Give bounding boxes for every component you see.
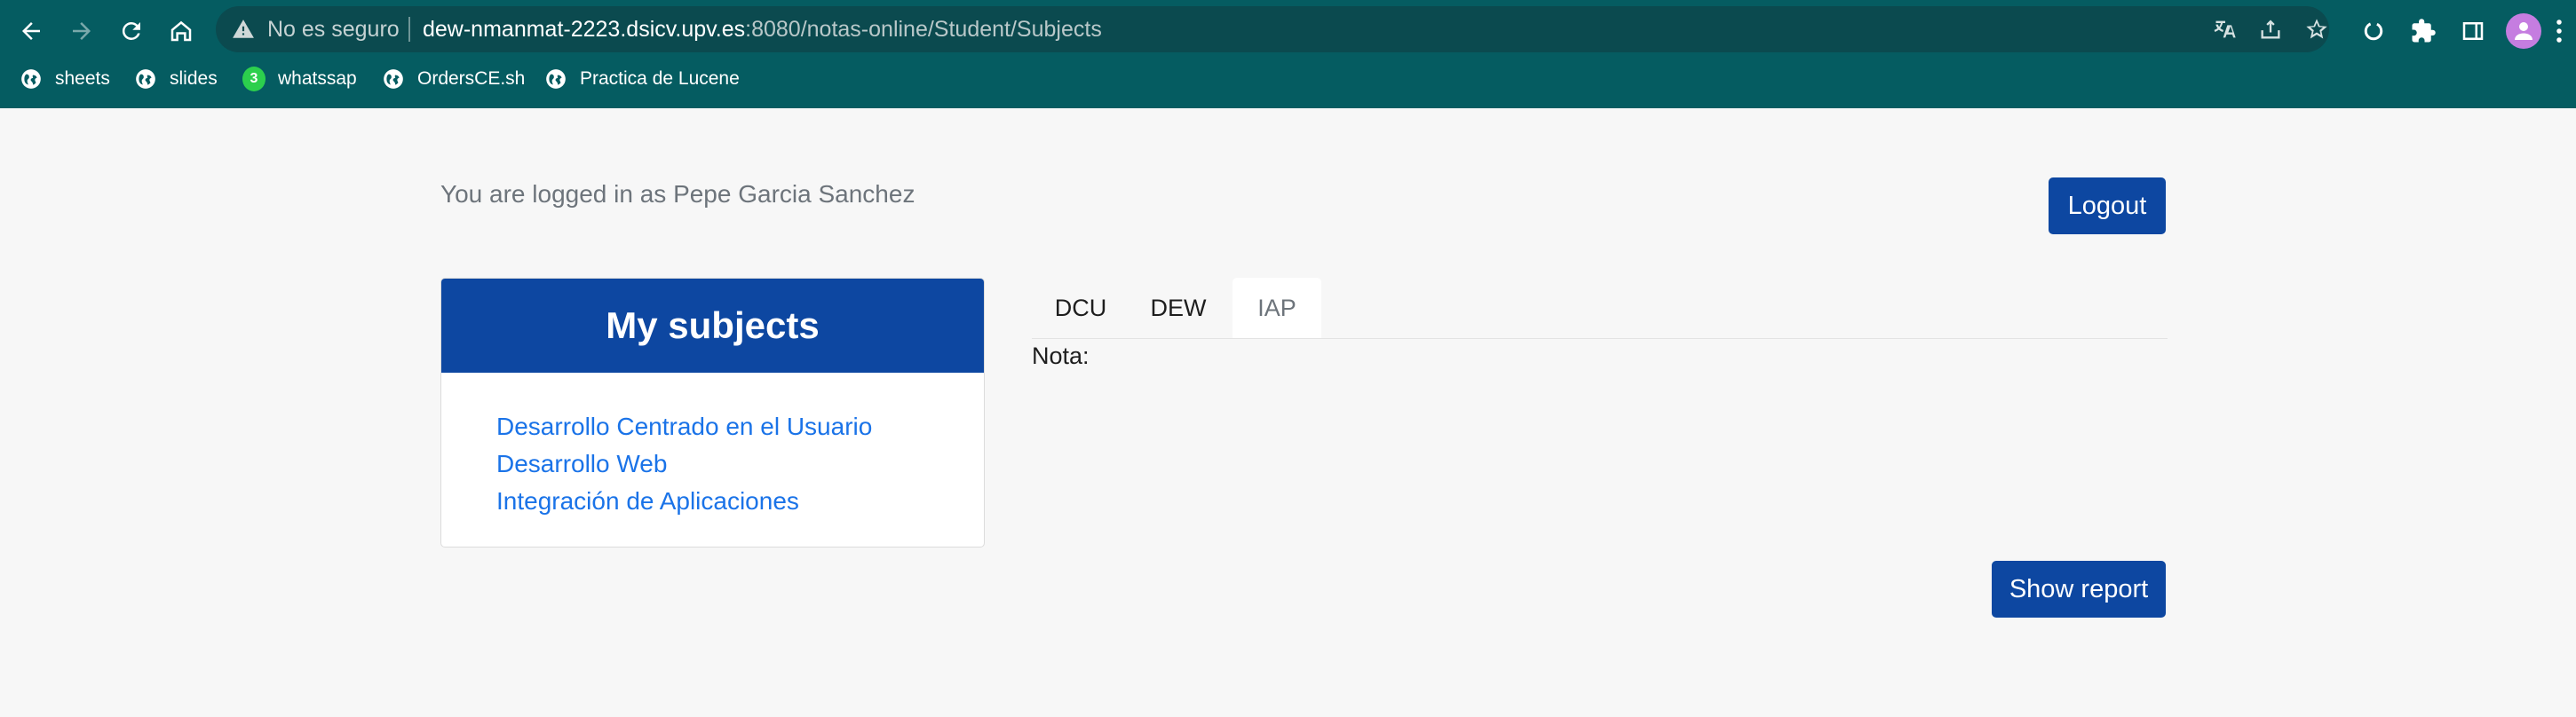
share-icon[interactable]	[2256, 15, 2285, 43]
profile-avatar[interactable]	[2506, 13, 2541, 49]
show-report-button[interactable]: Show report	[1992, 561, 2166, 618]
arrow-right-icon	[73, 22, 91, 40]
bookmark-star-icon[interactable]	[2303, 15, 2331, 43]
tab-iap[interactable]: IAP	[1233, 278, 1321, 338]
bookmark-label: Practica de Lucene	[580, 68, 740, 89]
logged-in-status: You are logged in as Pepe Garcia Sanchez	[440, 180, 915, 208]
warning-icon[interactable]	[232, 18, 255, 41]
subject-list: Desarrollo Centrado en el Usuario Desarr…	[496, 408, 872, 520]
home-button[interactable]	[162, 12, 201, 51]
bookmark-slides[interactable]: slides	[134, 60, 218, 98]
globe-icon	[134, 67, 157, 91]
side-panel-icon[interactable]	[2453, 12, 2493, 51]
browser-toolbar: No es seguro dew-nmanmat-2223.dsicv.upv.…	[0, 0, 2576, 108]
grade-label: Nota:	[1032, 343, 1090, 369]
more-menu-icon[interactable]	[2548, 12, 2570, 51]
globe-icon	[382, 67, 405, 91]
bookmark-whatssap[interactable]: 3 whatssap	[242, 60, 357, 98]
tab-dew[interactable]: DEW	[1129, 278, 1227, 338]
translate-icon[interactable]	[2211, 15, 2239, 43]
person-icon	[2515, 22, 2532, 40]
subjects-title: My subjects	[441, 279, 984, 373]
sync-icon[interactable]	[2354, 12, 2393, 51]
notification-badge: 3	[242, 67, 266, 91]
bookmark-label: OrdersCE.sh	[417, 68, 526, 89]
bookmark-label: slides	[170, 68, 218, 89]
whatsapp-icon: 3	[242, 67, 266, 91]
back-button[interactable]	[12, 12, 51, 51]
url-path: :8080/notas-online/Student/Subjects	[745, 17, 1102, 42]
home-icon	[170, 20, 192, 42]
subject-link-dcu[interactable]: Desarrollo Centrado en el Usuario	[496, 408, 872, 445]
url-text[interactable]: dew-nmanmat-2223.dsicv.upv.es:8080/notas…	[423, 6, 1102, 52]
security-label[interactable]: No es seguro	[267, 6, 400, 52]
bookmark-sheets[interactable]: sheets	[20, 60, 110, 98]
bookmark-ordersce[interactable]: OrdersCE.sh	[382, 60, 525, 98]
forward-button[interactable]	[62, 12, 101, 51]
bookmark-label: whatssap	[278, 68, 357, 89]
url-host: dew-nmanmat-2223.dsicv.upv.es	[423, 17, 746, 42]
subject-link-iap[interactable]: Integración de Aplicaciones	[496, 483, 872, 520]
subject-tabs: DCU DEW IAP	[1032, 278, 2168, 339]
extensions-icon[interactable]	[2404, 12, 2443, 51]
subjects-card: My subjects Desarrollo Centrado en el Us…	[440, 278, 985, 548]
bookmark-lucene[interactable]: Practica de Lucene	[544, 60, 740, 98]
tab-dcu[interactable]: DCU	[1032, 278, 1129, 338]
subject-link-dew[interactable]: Desarrollo Web	[496, 445, 872, 483]
globe-icon	[544, 67, 567, 91]
logout-button[interactable]: Logout	[2049, 177, 2166, 234]
bookmarks-bar: sheets slides 3 whatssap OrdersCE.sh Pra…	[0, 60, 2576, 98]
arrow-left-icon	[22, 22, 40, 40]
reload-button[interactable]	[112, 12, 151, 51]
bookmark-label: sheets	[55, 68, 110, 89]
address-bar[interactable]: No es seguro dew-nmanmat-2223.dsicv.upv.…	[216, 6, 2329, 52]
omnibox-divider	[408, 17, 410, 42]
globe-icon	[20, 67, 43, 91]
reload-icon	[122, 21, 140, 40]
